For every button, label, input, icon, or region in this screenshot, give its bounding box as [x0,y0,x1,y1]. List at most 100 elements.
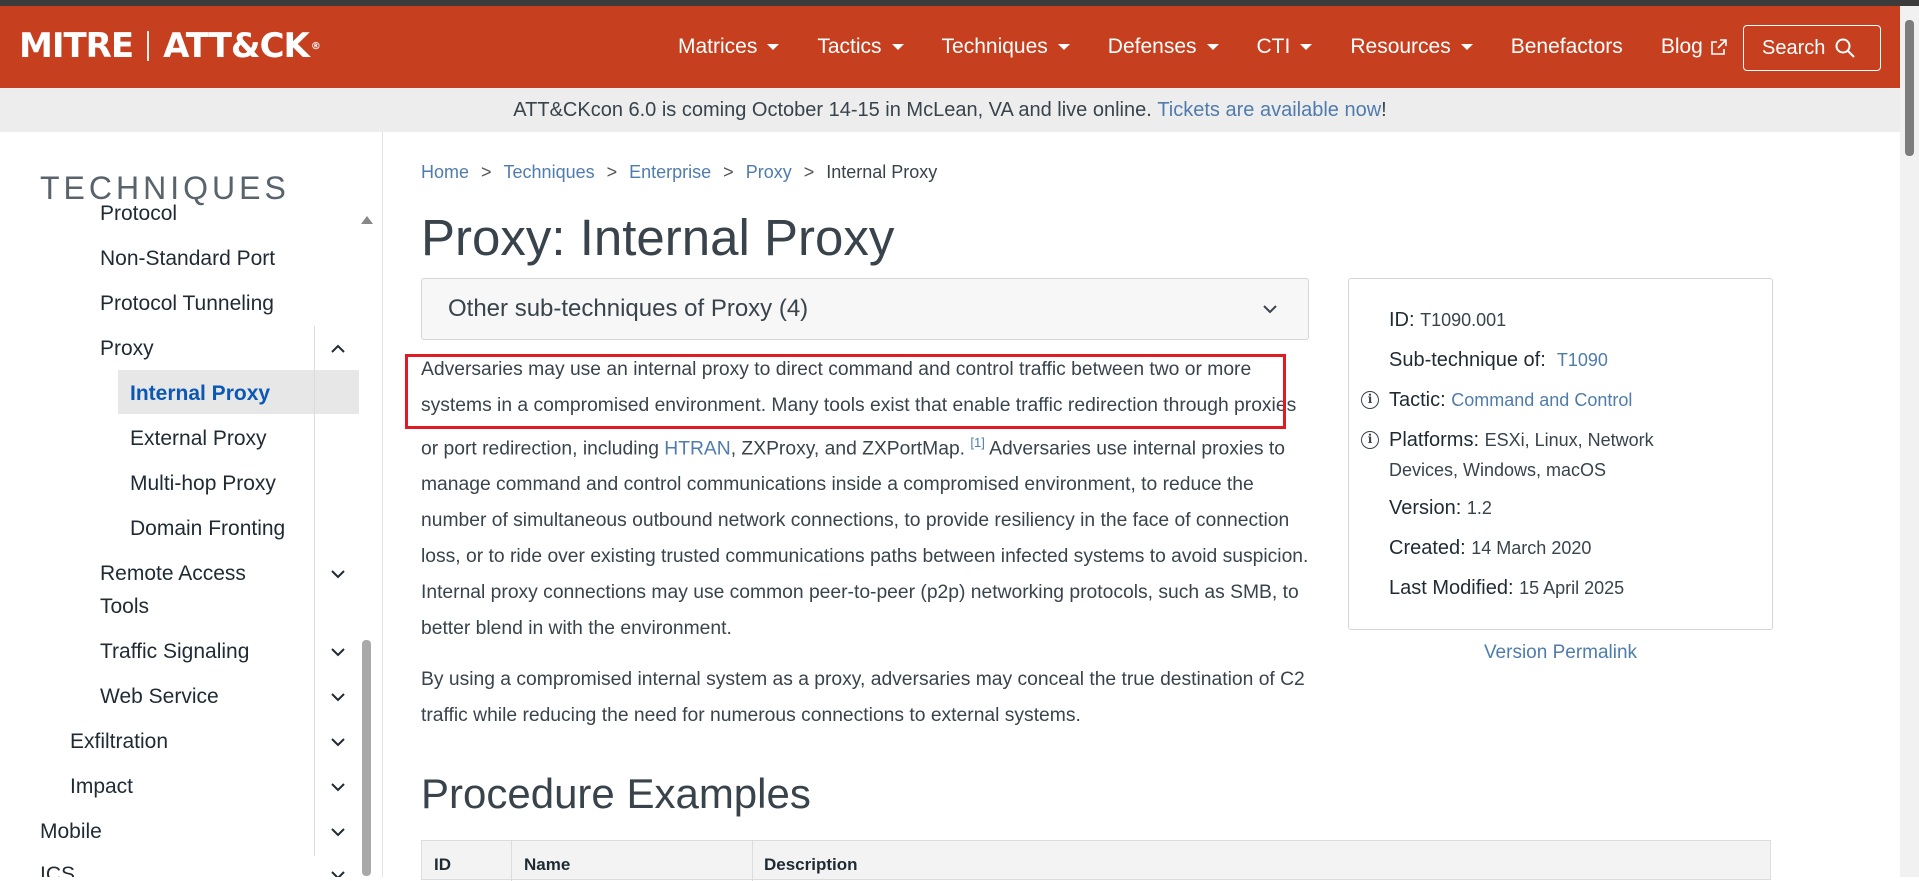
sidebar-item-mobile[interactable]: Mobile [40,820,102,844]
version-permalink-link[interactable]: Version Permalink [1348,642,1773,664]
table-divider [511,841,512,881]
nav-label: Matrices [678,35,758,58]
breadcrumb-sep: > [481,162,492,182]
card-value: 14 March 2020 [1471,538,1592,558]
sidebar-item-protocol[interactable]: Protocol [100,202,177,226]
card-label: ID: [1389,309,1415,331]
highlight-box [405,354,1286,429]
chevron-down-icon[interactable] [330,566,346,582]
sidebar-scrollbar-thumb[interactable] [362,640,371,876]
sidebar-item-protocol-tunneling[interactable]: Protocol Tunneling [100,292,274,316]
info-icon[interactable]: i [1361,431,1379,449]
external-link-icon [1711,39,1727,55]
breadcrumb-techniques[interactable]: Techniques [504,162,595,183]
htran-link[interactable]: HTRAN [664,438,730,459]
banner-text: ATT&CKcon 6.0 is coming October 14-15 in… [513,98,1152,121]
sidebar-item-ics[interactable]: ICS [40,863,75,877]
breadcrumb-sep: > [723,162,734,182]
chevron-down-icon [1263,305,1277,314]
nav-label: Blog [1660,35,1703,58]
card-value: ESXi, Linux, Network [1484,430,1654,450]
card-modified-row: Last Modified: 15 April 2025 [1389,577,1624,600]
card-version-row: Version: 1.2 [1389,497,1492,520]
description-text: Adversaries use internal proxies to mana… [421,438,1309,640]
chevron-down-icon[interactable] [330,644,346,660]
card-tactic-row: Tactic: Command and Control [1389,389,1632,412]
caret-down-icon [1206,44,1219,50]
nav-label: Defenses [1107,35,1197,58]
announcement-banner: ATT&CKcon 6.0 is coming October 14-15 in… [0,88,1900,132]
nav-resources[interactable]: Resources [1350,35,1473,59]
caret-down-icon [1460,44,1473,50]
tactic-link[interactable]: Command and Control [1451,390,1632,410]
chevron-down-icon[interactable] [330,867,346,877]
sidebar-item-external-proxy[interactable]: External Proxy [130,427,267,451]
nav-label: Techniques [941,35,1048,58]
chevron-down-icon[interactable] [330,734,346,750]
nav-blog[interactable]: Blog [1661,35,1727,59]
chevron-down-icon[interactable] [330,689,346,705]
card-label: Last Modified: [1389,577,1514,599]
caret-down-icon [891,44,904,50]
card-label: Platforms: [1389,429,1480,451]
sidebar-item-domain-fronting[interactable]: Domain Fronting [130,517,285,541]
nav-defenses[interactable]: Defenses [1108,35,1219,59]
search-icon [1835,38,1856,58]
nav-techniques[interactable]: Techniques [942,35,1070,59]
sidebar-item-traffic-signaling[interactable]: Traffic Signaling [100,640,249,664]
nav-label: CTI [1256,35,1291,58]
technique-info-card: ID: T1090.001 Sub-technique of: T1090 i … [1348,278,1773,630]
caret-down-icon [1057,44,1070,50]
sidebar-item-remote-access-tools[interactable]: Tools [100,595,149,619]
techniques-sidebar: TECHNIQUES Protocol Non-Standard Port Pr… [0,132,383,877]
sidebar-item-web-service[interactable]: Web Service [100,685,219,709]
caret-down-icon [767,44,780,50]
nav-benefactors[interactable]: Benefactors [1511,35,1623,59]
description-text: , ZXProxy, and ZXPortMap. [730,438,971,460]
chevron-down-icon[interactable] [330,779,346,795]
breadcrumb: Home > Techniques > Enterprise > Proxy >… [421,162,937,183]
page-scrollbar-thumb[interactable] [1905,20,1914,156]
page-title: Proxy: Internal Proxy [421,209,895,266]
sidebar-item-remote-access[interactable]: Remote Access [100,562,246,586]
table-header-name[interactable]: Name [524,855,570,875]
page-scrollbar[interactable] [1900,6,1919,877]
search-button[interactable]: Search [1743,25,1881,71]
search-label: Search [1762,36,1826,59]
table-header-id[interactable]: ID [434,855,451,875]
accordion-label: Other sub-techniques of Proxy (4) [448,295,809,322]
parent-technique-link[interactable]: T1090 [1557,350,1608,370]
sidebar-item-multi-hop-proxy[interactable]: Multi-hop Proxy [130,472,276,496]
card-platforms-row: Platforms: ESXi, Linux, Network [1389,429,1654,452]
sidebar-item-non-standard-port[interactable]: Non-Standard Port [100,247,275,271]
reference-link[interactable]: [1] [970,435,984,450]
logo-mitre: MITRE [19,26,134,66]
sidebar-scroll-up-arrow[interactable] [361,216,373,224]
sidebar-item-impact[interactable]: Impact [70,775,133,799]
card-platforms-row-2: Devices, Windows, macOS [1389,459,1606,482]
banner-tickets-link[interactable]: Tickets are available now [1157,99,1381,122]
breadcrumb-proxy[interactable]: Proxy [746,162,792,183]
card-label: Sub-technique of: [1389,349,1546,371]
site-logo[interactable]: MITRE ATT&CK ® [19,26,321,66]
card-created-row: Created: 14 March 2020 [1389,537,1591,560]
nav-matrices[interactable]: Matrices [678,35,780,59]
info-icon[interactable]: i [1361,391,1379,409]
card-value: T1090.001 [1420,310,1507,330]
sub-techniques-accordion[interactable]: Other sub-techniques of Proxy (4) [421,278,1309,340]
card-label: Created: [1389,537,1466,559]
sidebar-item-exfiltration[interactable]: Exfiltration [70,730,168,754]
card-subtechnique-row: Sub-technique of: T1090 [1389,349,1608,372]
sidebar-tree-line [314,326,315,856]
procedure-table-header: ID Name Description [421,840,1771,881]
breadcrumb-home[interactable]: Home [421,162,469,183]
sidebar-item-internal-proxy[interactable]: Internal Proxy [130,382,270,406]
chevron-down-icon[interactable] [330,824,346,840]
table-header-description[interactable]: Description [764,855,858,875]
chevron-up-icon[interactable] [330,341,346,357]
nav-cti[interactable]: CTI [1257,35,1313,59]
nav-tactics[interactable]: Tactics [817,35,904,59]
nav-label: Benefactors [1510,35,1623,58]
sidebar-item-proxy[interactable]: Proxy [100,337,154,361]
breadcrumb-enterprise[interactable]: Enterprise [629,162,711,183]
